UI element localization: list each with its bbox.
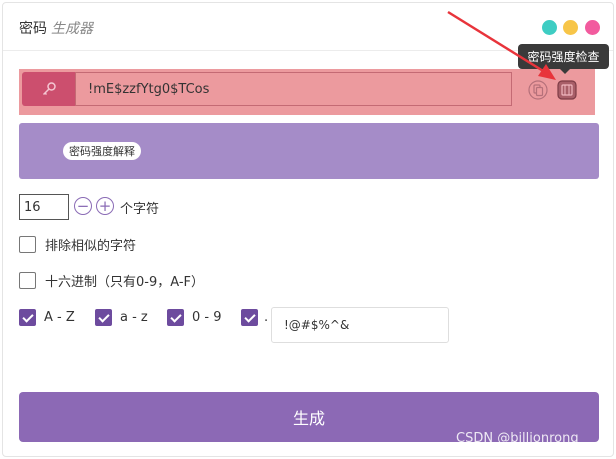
hex-only-label: 十六进制（只有0-9，A-F） bbox=[45, 274, 205, 290]
hex-only-checkbox[interactable] bbox=[19, 271, 36, 289]
symbols-label: . bbox=[264, 310, 269, 325]
uppercase-checkbox[interactable] bbox=[19, 309, 36, 326]
decrease-length-button[interactable]: − bbox=[74, 197, 92, 215]
window-dot-pink[interactable] bbox=[585, 20, 600, 35]
exclude-similar-row: 排除相似的字符 bbox=[19, 234, 136, 254]
digits-label: 0 - 9 bbox=[192, 310, 222, 325]
charset-symbols: . bbox=[241, 309, 268, 326]
title-subtitle: 生成器 bbox=[51, 21, 93, 37]
key-icon-box bbox=[22, 72, 75, 106]
digits-checkbox[interactable] bbox=[167, 309, 184, 326]
strength-panel: 密码强度解释 bbox=[19, 123, 599, 179]
lowercase-checkbox[interactable] bbox=[95, 309, 112, 326]
charset-uppercase: A - Z bbox=[19, 309, 75, 326]
strength-explanation-label[interactable]: 密码强度解释 bbox=[63, 142, 141, 160]
title-main: 密码 bbox=[19, 21, 47, 37]
increase-length-button[interactable]: + bbox=[96, 197, 114, 215]
symbols-checkbox[interactable] bbox=[241, 309, 258, 326]
page-title: 密码 生成器 bbox=[19, 18, 93, 38]
exclude-similar-checkbox[interactable] bbox=[19, 235, 36, 253]
red-arrow-annotation bbox=[447, 10, 556, 80]
symbols-input[interactable] bbox=[271, 307, 449, 343]
watermark: CSDN @billionrong bbox=[456, 431, 579, 446]
lowercase-label: a - z bbox=[120, 310, 148, 325]
charset-digits: 0 - 9 bbox=[167, 309, 222, 326]
charset-lowercase: a - z bbox=[95, 309, 148, 326]
uppercase-label: A - Z bbox=[44, 310, 75, 325]
length-input[interactable] bbox=[19, 194, 69, 220]
length-suffix: 个字符 bbox=[120, 202, 160, 217]
key-icon bbox=[42, 82, 56, 96]
hex-only-row: 十六进制（只有0-9，A-F） bbox=[19, 270, 204, 290]
exclude-similar-label: 排除相似的字符 bbox=[45, 238, 137, 254]
